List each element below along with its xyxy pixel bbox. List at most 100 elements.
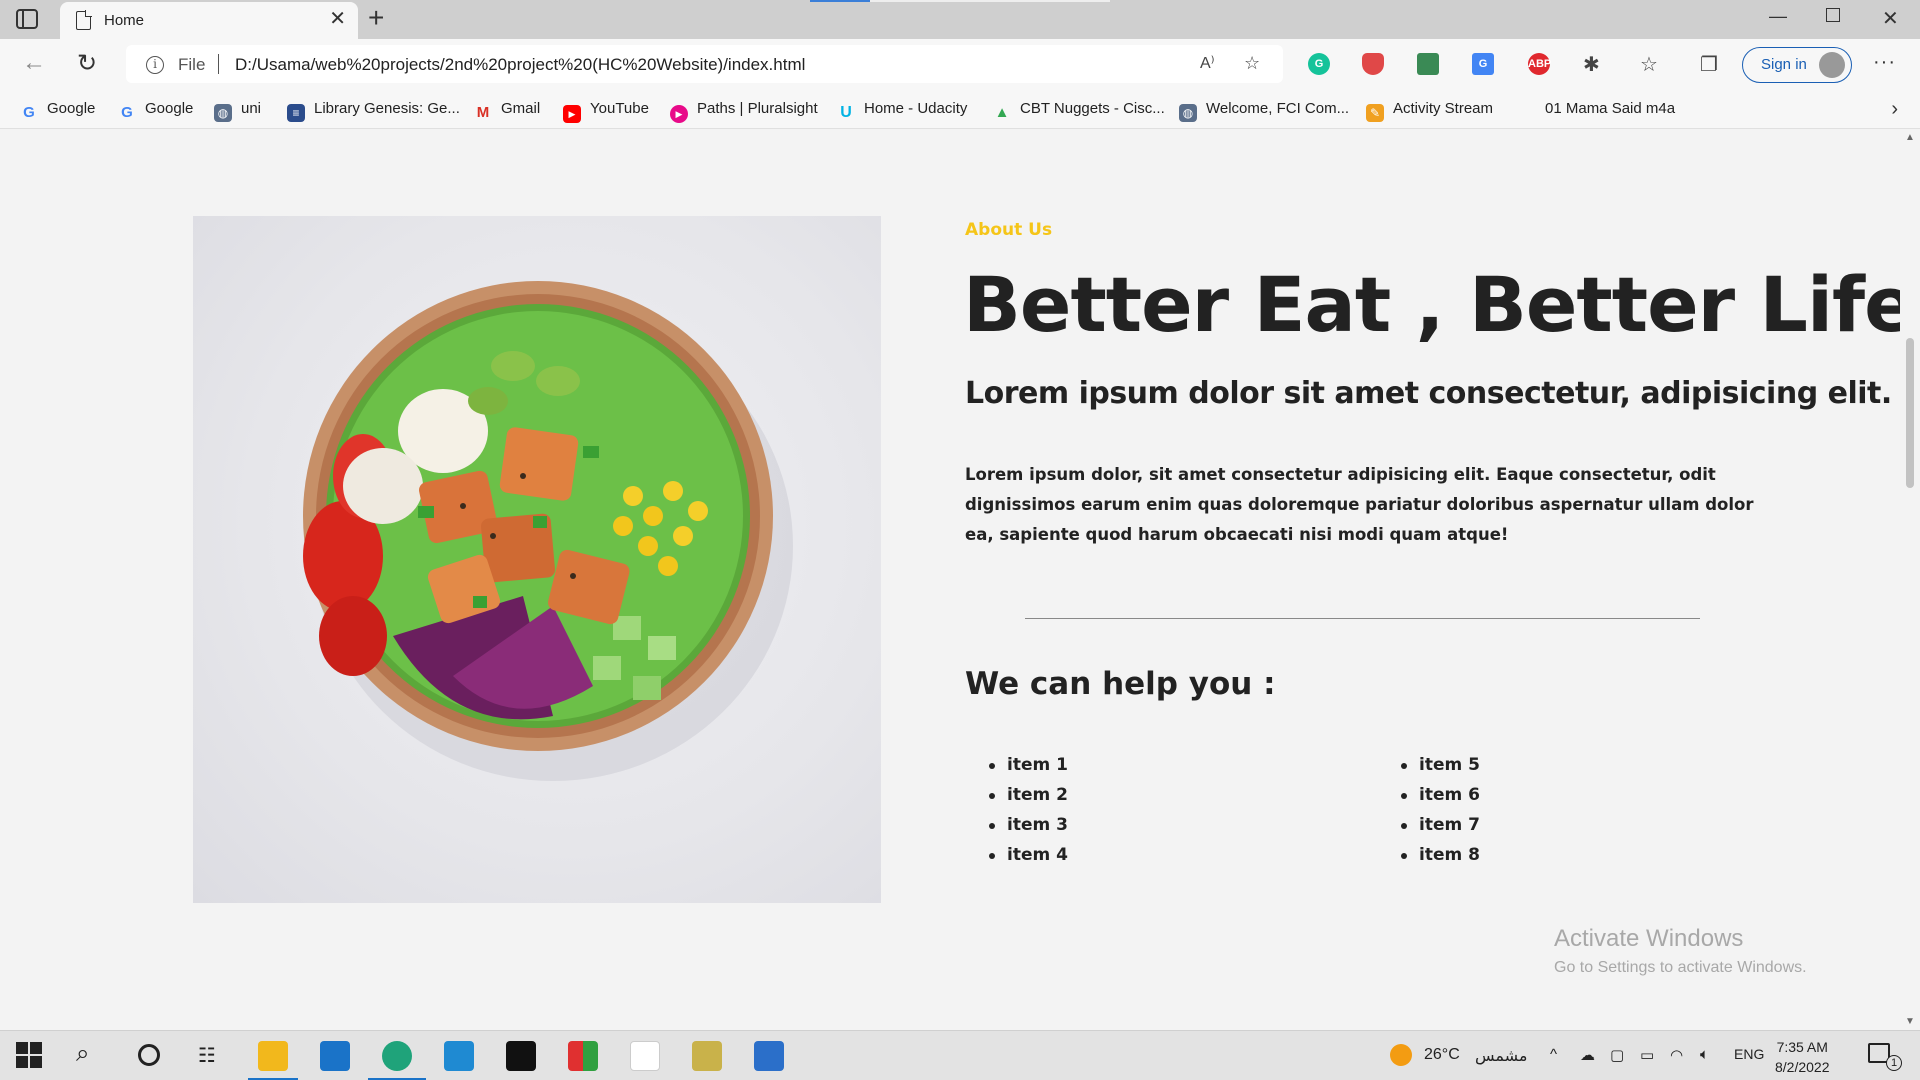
scroll-thumb[interactable] [1906,338,1914,488]
tab-home[interactable]: Home ✕ [60,2,358,39]
task-view-icon[interactable]: ☷ [198,1043,228,1073]
store-icon[interactable] [754,1041,784,1071]
weather-text[interactable]: مشمس [1475,1046,1528,1066]
favorite-item[interactable]: ✎ Activity Stream [1366,100,1493,122]
list-item: item 1 [985,750,1068,780]
close-tab-icon[interactable]: ✕ [329,9,346,29]
favorite-label: Home - Udacity [864,100,968,117]
list-item: item 7 [1397,810,1480,840]
battery-icon[interactable]: ▭ [1640,1046,1654,1064]
scroll-down-icon[interactable]: ▼ [1905,1016,1915,1027]
activate-windows-watermark: Activate Windows Go to Settings to activ… [1554,925,1807,977]
file-explorer-icon[interactable] [258,1041,288,1071]
browser-toolbar: ← ↻ i File D:/Usama/web%20projects/2nd%2… [0,39,1920,91]
edge-icon[interactable] [382,1041,412,1071]
favorite-item[interactable]: G Google [20,100,95,122]
favorite-item[interactable]: ≡ Library Genesis: Ge... [287,100,460,122]
collections-icon[interactable]: ❐ [1700,52,1718,77]
language-indicator[interactable]: ENG [1734,1046,1764,1062]
help-list-left: item 1 item 2 item 3 item 4 [985,750,1068,870]
device-icon[interactable]: ▢ [1610,1046,1624,1064]
favorite-item[interactable]: ◍ Welcome, FCI Com... [1179,100,1349,122]
extension-icon[interactable] [1417,53,1439,75]
favorite-item[interactable]: G Google [118,100,193,122]
extensions-icon[interactable]: ✱ [1583,52,1600,77]
volume-icon[interactable]: 🔈︎ [1700,1046,1709,1063]
more-options-icon[interactable]: ··· [1873,51,1896,74]
address-bar[interactable]: i File D:/Usama/web%20projects/2nd%20pro… [126,45,1283,83]
intellij-icon[interactable] [506,1041,536,1071]
weather-icon[interactable] [1390,1044,1412,1066]
mail-icon[interactable] [320,1041,350,1071]
intro-paragraph: Lorem ipsum dolor, sit amet consectetur … [965,465,1754,544]
chevron-right-icon[interactable]: › [1891,98,1898,121]
watermark-title: Activate Windows [1554,925,1744,952]
favorite-item[interactable]: ▶ YouTube [563,100,649,123]
tab-actions-icon[interactable] [16,9,38,29]
scroll-up-icon[interactable]: ▲ [1905,132,1915,143]
favorite-label: Welcome, FCI Com... [1206,100,1350,117]
watermark-subtitle: Go to Settings to activate Windows. [1554,959,1807,976]
adblock-icon[interactable]: ABP [1528,53,1551,75]
favorite-item[interactable]: ◍ uni [214,100,261,122]
globe-icon: ◍ [1179,104,1197,122]
network-status-icon[interactable]: ☁ [1580,1046,1595,1064]
shield-extension-icon[interactable] [1362,53,1384,75]
favorite-item[interactable]: ▶ Paths | Pluralsight [670,100,818,123]
favorite-label: Google [145,100,194,117]
cortana-icon[interactable] [138,1044,160,1066]
system-clock[interactable]: 7:35 AM 8/2/2022 [1775,1037,1830,1077]
favorite-item[interactable]: U Home - Udacity [837,100,967,122]
avatar [1819,52,1845,78]
list-item: item 3 [985,810,1068,840]
wifi-icon[interactable]: ◠ [1670,1046,1683,1064]
new-tab-icon[interactable]: + [368,2,384,34]
page-headline: Better Eat , Better Life [963,260,1916,349]
app-icon[interactable] [568,1041,598,1071]
app-icon[interactable] [692,1041,722,1071]
google-icon: G [23,104,35,121]
address-separator [218,54,219,74]
page-scrollbar[interactable]: ▲ ▼ [1900,130,1920,1030]
book-icon: ≡ [287,104,305,122]
activity-icon: ✎ [1366,104,1384,122]
restore-icon[interactable] [1826,8,1840,22]
add-favorite-icon[interactable]: ☆ [1244,53,1260,74]
url-text[interactable]: D:/Usama/web%20projects/2nd%20project%20… [235,55,805,75]
vscode-icon[interactable] [444,1041,474,1071]
minimize-icon[interactable]: — [1769,6,1787,27]
favorite-label: Activity Stream [1393,100,1494,117]
favorites-icon[interactable]: ☆ [1640,52,1658,77]
read-aloud-icon[interactable]: A⁾ [1200,53,1215,73]
favorite-item[interactable]: 01 Mama Said m4a [1545,100,1675,117]
drive-icon: ▲ [994,104,1010,121]
favorite-label: Paths | Pluralsight [697,100,818,117]
search-icon[interactable]: ⌕ [76,1040,106,1070]
gmail-icon: M [476,104,490,121]
favorite-item[interactable]: ▲ CBT Nuggets - Cisc... [993,100,1165,122]
section-label: About Us [965,220,1053,240]
notification-count: 1 [1886,1055,1902,1071]
windows-start-icon[interactable] [16,1042,42,1068]
refresh-icon[interactable]: ↻ [77,49,97,78]
grammarly-icon[interactable]: G [1308,53,1330,75]
translate-icon[interactable]: G [1472,53,1494,75]
weather-temp[interactable]: 26°C [1424,1046,1460,1064]
back-icon[interactable]: ← [22,49,46,77]
tab-title: Home [104,12,145,29]
sign-in-button[interactable]: Sign in [1742,47,1852,83]
list-item: item 8 [1397,840,1480,870]
clock-date: 8/2/2022 [1775,1059,1830,1075]
salad-bowl-illustration [303,281,793,781]
help-list-right: item 5 item 6 item 7 item 8 [1397,750,1480,870]
close-window-icon[interactable]: ✕ [1882,6,1899,31]
page-subheading: Lorem ipsum dolor sit amet consectetur, … [965,376,1892,411]
help-heading: We can help you : [965,666,1276,702]
info-icon[interactable]: i [146,56,164,74]
chevron-up-icon[interactable]: ^ [1550,1046,1557,1063]
sign-in-label: Sign in [1761,56,1807,73]
youtube-icon: ▶ [563,105,581,123]
windows-taskbar: ⌕ ☷ 26°C مشمس ^ ☁ ▢ ▭ ◠ 🔈︎ ENG 7:35 AM 8… [0,1030,1920,1080]
word-icon[interactable] [630,1041,660,1071]
favorite-item[interactable]: M Gmail [474,100,540,122]
